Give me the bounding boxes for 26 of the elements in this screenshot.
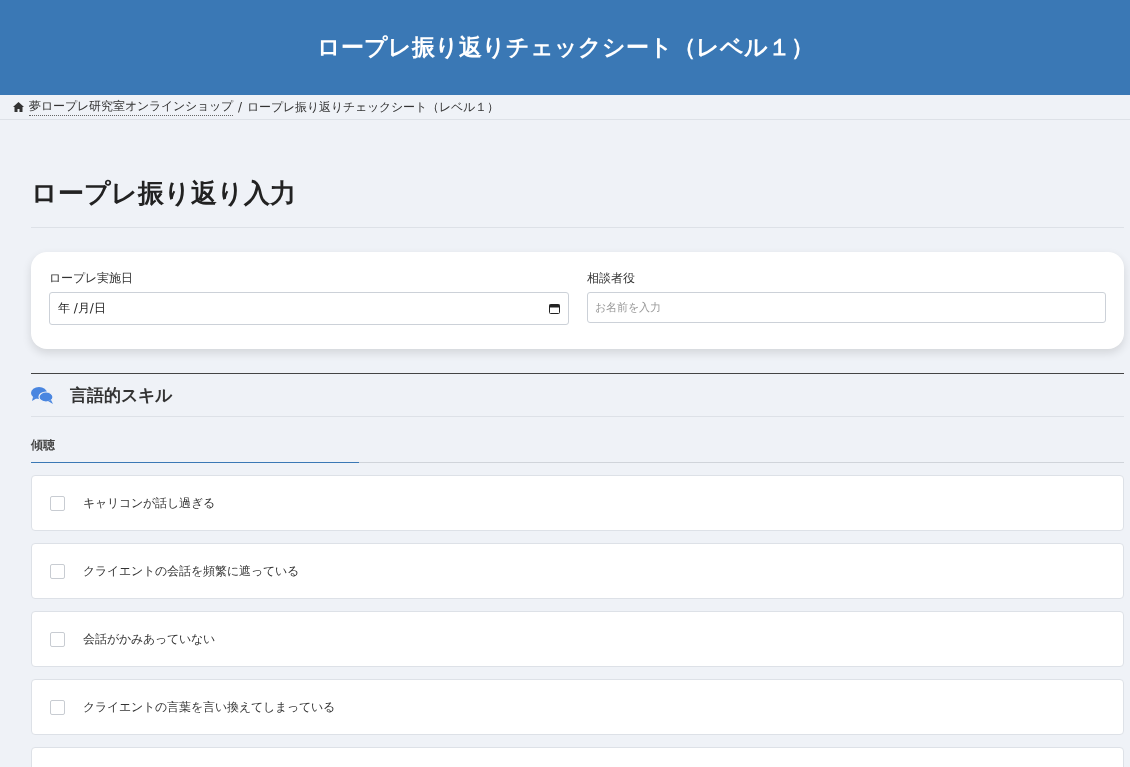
- checkbox[interactable]: [50, 563, 65, 579]
- item-label: 会話がかみあっていない: [83, 631, 215, 647]
- checklist-item[interactable]: 会話がかみあっていない: [31, 611, 1124, 667]
- home-icon: [13, 102, 24, 112]
- subsection-title: 傾聴: [31, 437, 55, 454]
- field-label: ロープレ実施日: [49, 270, 134, 287]
- breadcrumb-link[interactable]: 夢ロープレ研究室オンラインショップ: [29, 98, 233, 116]
- field-label: 相談者役: [586, 270, 636, 287]
- checkbox[interactable]: [50, 495, 65, 511]
- checkbox[interactable]: [50, 699, 65, 715]
- item-label: キャリコンが話し過ぎる: [83, 495, 215, 511]
- page-title: ロープレ振り返り入力: [31, 176, 1124, 228]
- chat-bubbles-icon: [31, 386, 54, 404]
- item-label: クライエントの言葉を言い換えてしまっている: [83, 699, 335, 715]
- checklist-item[interactable]: キャリコンが話し過ぎる: [31, 475, 1124, 531]
- date-field[interactable]: 年 /月/日: [49, 292, 569, 325]
- checklist-item[interactable]: クライエントの会話を頻繁に遮っている: [31, 543, 1124, 599]
- item-label: クライエントの会話を頻繁に遮っている: [83, 563, 299, 579]
- section-title: 言語的スキル: [70, 383, 172, 407]
- breadcrumb-separator: /: [238, 100, 243, 114]
- checkbox[interactable]: [50, 631, 65, 647]
- checklist-item[interactable]: クライエントの言葉を言い換えてしまっている: [31, 679, 1124, 735]
- name-input-field[interactable]: お名前を入力: [586, 292, 1106, 323]
- page-header-title: ロープレ振り返りチェックシート（レベル１）: [316, 33, 814, 62]
- calendar-icon: [548, 303, 560, 314]
- breadcrumb-current: ロープレ振り返りチェックシート（レベル１）: [247, 98, 500, 116]
